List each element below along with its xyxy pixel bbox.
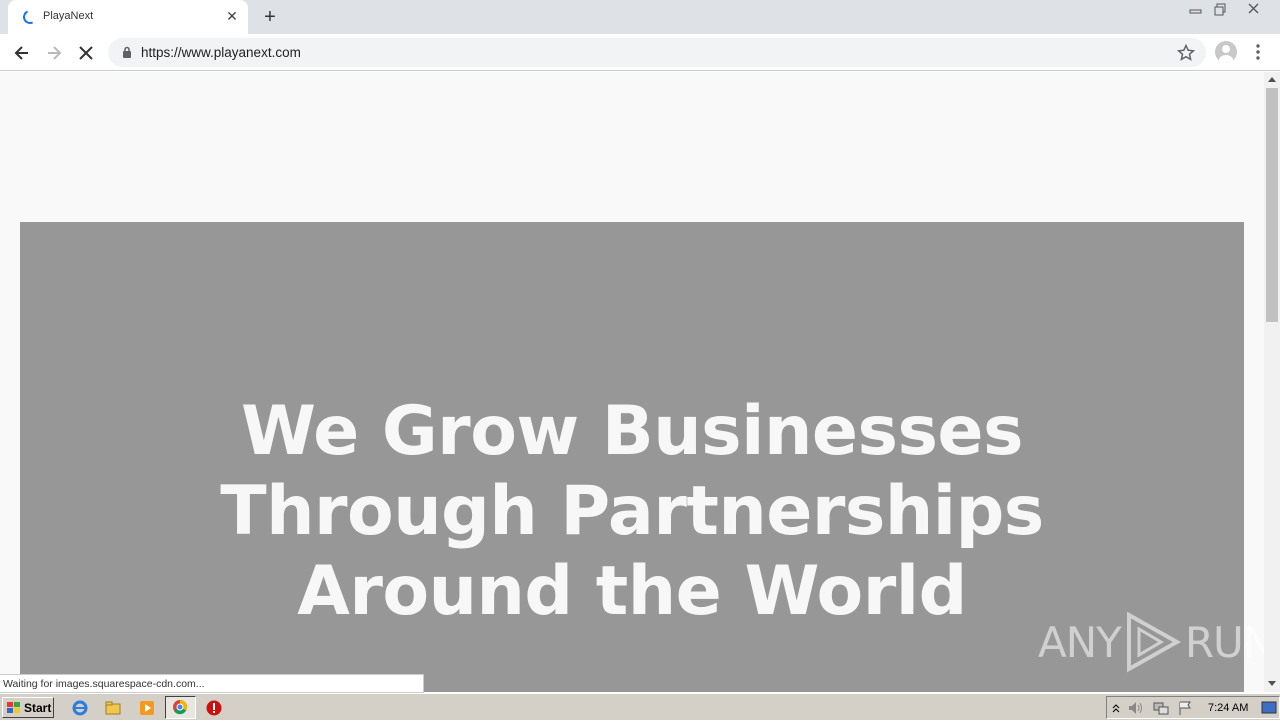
chrome-taskbar-button[interactable] [165,696,196,719]
clock[interactable]: 7:24 AM [1208,702,1248,714]
network-icon[interactable] [1152,700,1170,721]
start-button[interactable]: Start [2,697,54,718]
show-desktop-icon[interactable] [1261,701,1277,720]
scroll-down-arrow-icon[interactable] [1268,681,1276,686]
stop-loading-icon[interactable] [74,41,98,65]
scroll-up-arrow-icon[interactable] [1268,77,1276,82]
watermark-text-right: RUN [1184,617,1264,667]
system-tray: 7:24 AM [1106,696,1280,719]
watermark-text-left: ANY [1038,617,1122,667]
close-window-button[interactable] [1242,0,1266,18]
tab-playanext[interactable]: PlayaNext ✕ [8,0,248,34]
profile-avatar-icon[interactable] [1215,41,1237,63]
bookmark-star-icon[interactable] [1176,43,1196,67]
start-label: Start [24,700,52,715]
tab-strip: PlayaNext ✕ + [0,0,1280,34]
folder-icon[interactable] [104,699,122,717]
headline-line-1: We Grow Businesses [240,392,1024,471]
new-tab-button[interactable]: + [259,6,281,28]
media-player-icon[interactable] [138,699,156,717]
anyrun-watermark: ANY RUN [1038,610,1264,674]
more-menu-icon[interactable] [1248,42,1268,62]
scrollbar-thumb[interactable] [1266,88,1278,322]
taskbar: Start 7:24 AM [0,693,1280,720]
action-center-flag-icon[interactable] [1177,700,1195,721]
loading-spinner-icon [21,8,39,26]
minimize-button[interactable] [1184,0,1208,18]
page-viewport: We Grow Businesses Through Partnerships … [0,72,1264,692]
forward-arrow-icon[interactable] [42,41,66,65]
volume-icon[interactable] [1127,700,1145,721]
browser-toolbar: https://www.playanext.com [0,34,1280,71]
back-arrow-icon[interactable] [10,41,34,65]
vertical-scrollbar[interactable] [1264,72,1280,692]
internet-explorer-icon[interactable] [71,699,89,717]
tab-title: PlayaNext [43,10,94,22]
status-bubble: Waiting for images.squarespace-cdn.com..… [0,674,424,693]
lock-icon[interactable] [122,46,132,64]
address-bar[interactable]: https://www.playanext.com [108,38,1206,67]
restore-button[interactable] [1209,0,1233,18]
tab-close-icon[interactable]: ✕ [224,8,240,24]
headline-line-2: Through Partnerships [220,472,1044,551]
url-text[interactable]: https://www.playanext.com [141,45,301,60]
hero-headline: We Grow Businesses Through Partnerships … [20,392,1244,632]
play-triangle-icon [1126,611,1181,673]
chrome-icon [173,700,187,715]
tray-expand-icon[interactable] [1111,701,1121,720]
windows-logo-icon [7,701,20,713]
opera-stop-icon[interactable] [205,699,223,717]
